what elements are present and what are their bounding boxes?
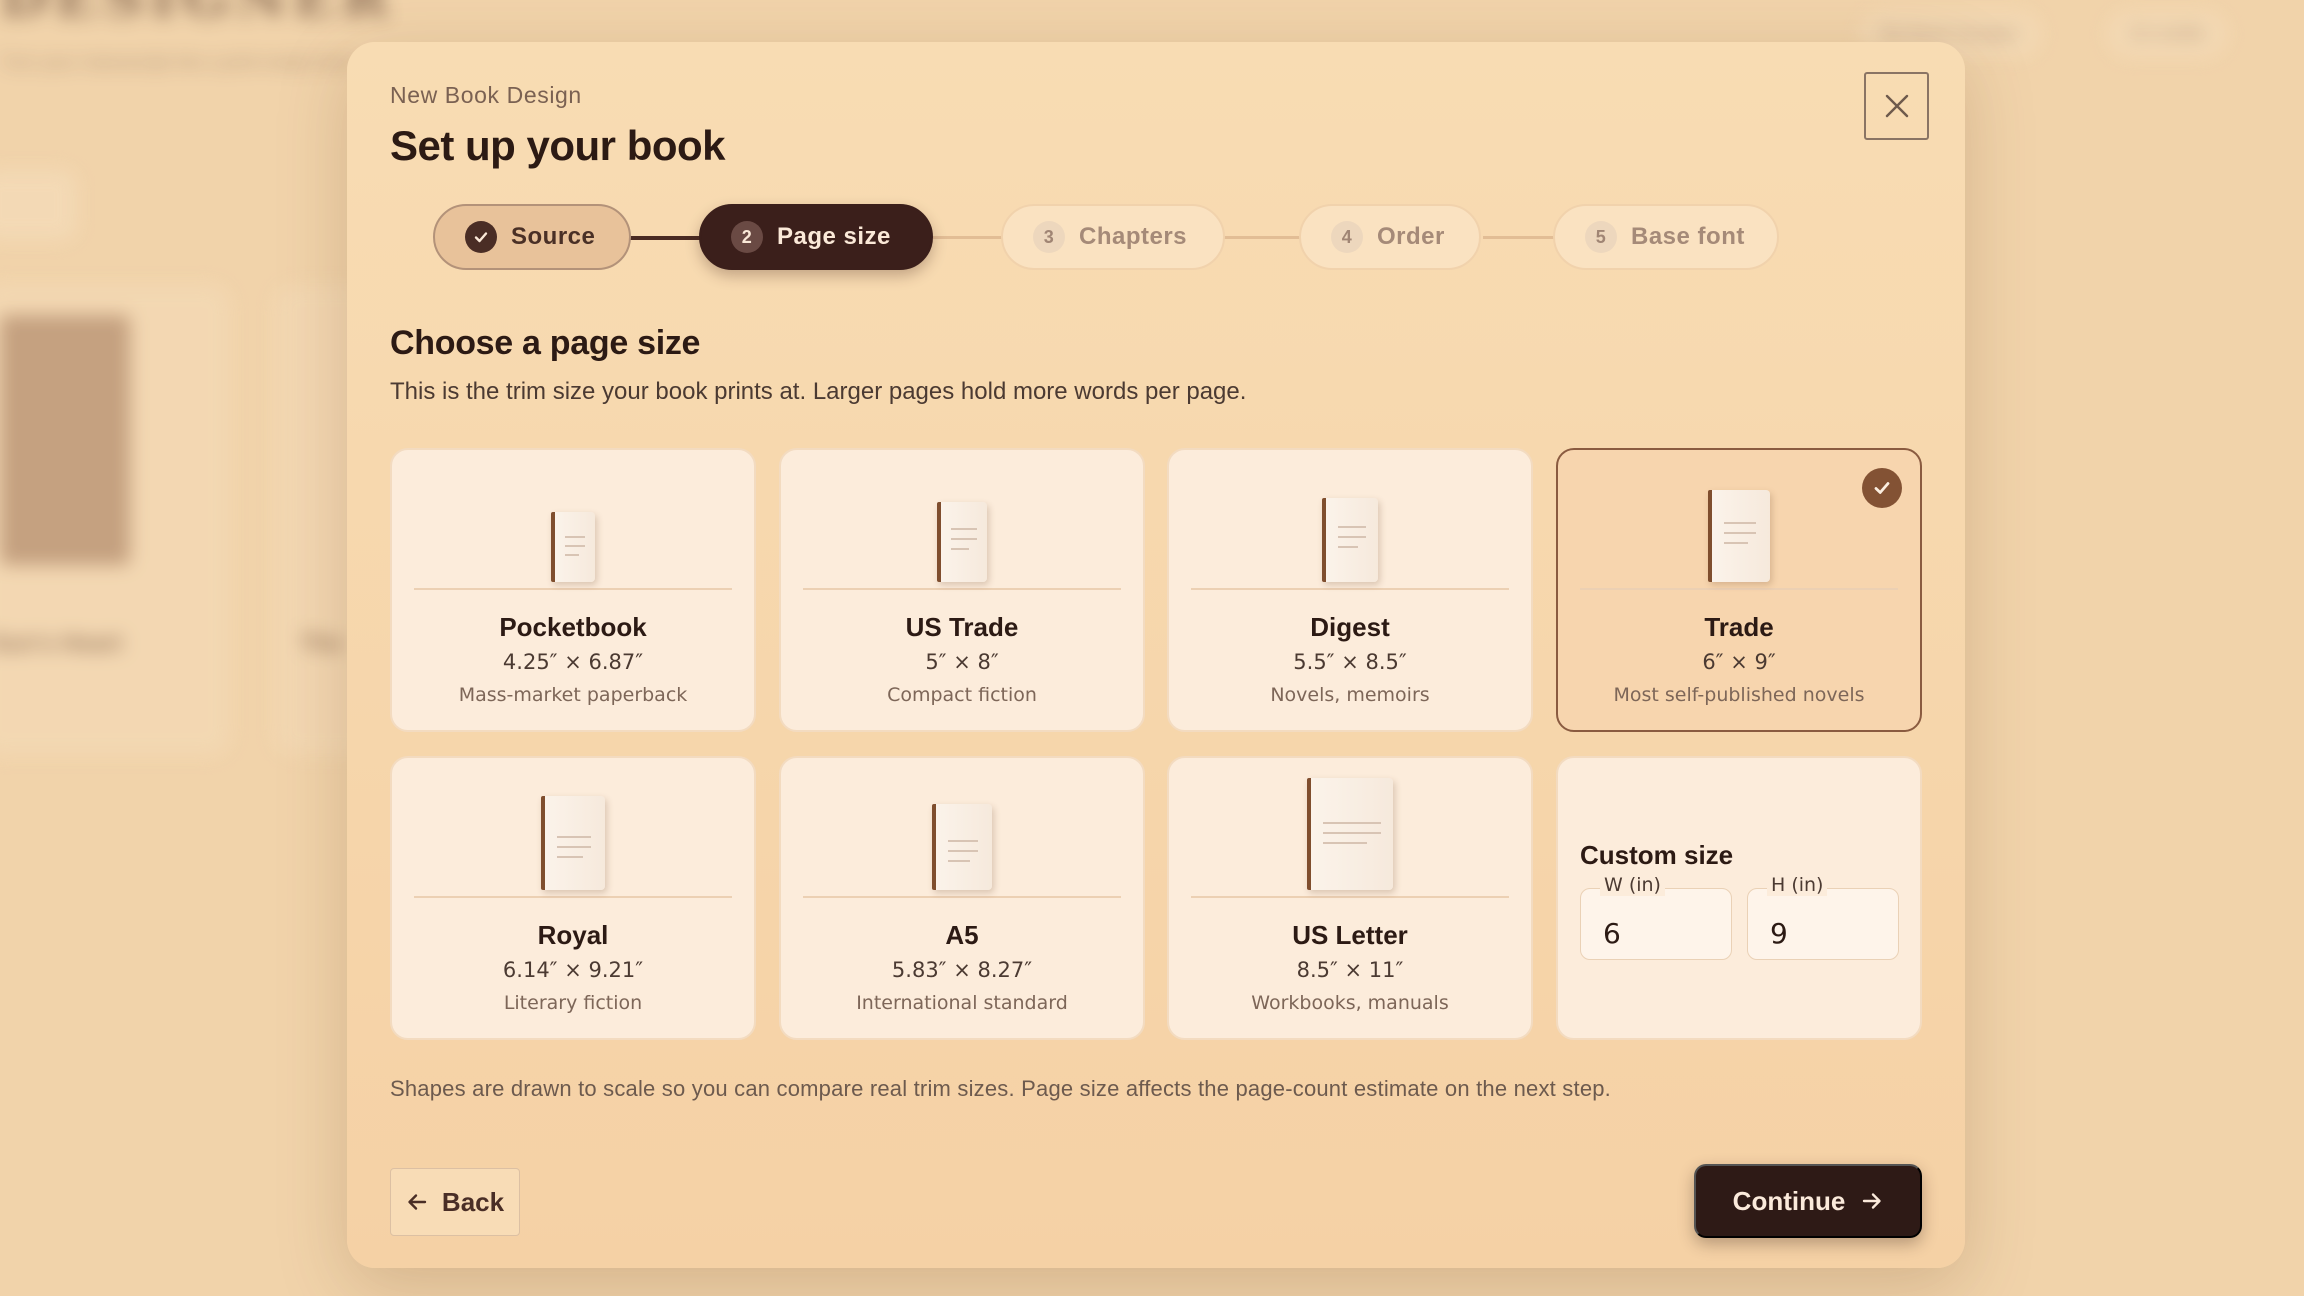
section-title: Choose a page size [390,324,701,362]
book-icon [937,502,987,582]
close-button[interactable] [1864,72,1929,140]
size-name: Pocketbook [499,612,647,642]
size-card-a5[interactable]: A5 5.83″ × 8.27″ International standard [779,756,1145,1040]
step-number: 2 [731,221,763,253]
book-icon [541,796,605,890]
size-dimensions: 4.25″ × 6.87″ [502,650,644,674]
size-card-pocketbook[interactable]: Pocketbook 4.25″ × 6.87″ Mass-market pap… [390,448,756,732]
continue-button-label: Continue [1732,1185,1846,1216]
custom-height-input[interactable] [1748,889,1898,959]
size-name: US Trade [905,612,1019,642]
size-dimensions: 6.14″ × 9.21″ [502,958,644,982]
close-icon [1885,94,1908,118]
size-card-us-trade[interactable]: US Trade 5″ × 8″ Compact fiction [779,448,1145,732]
size-dimensions: 5.83″ × 8.27″ [891,958,1033,982]
size-card-royal[interactable]: Royal 6.14″ × 9.21″ Literary fiction [390,756,756,1040]
stepper: Source 2 Page size 3 Chapters 4 Order 5 … [433,204,1833,270]
book-preview [414,450,732,590]
size-note: Literary fiction [503,992,643,1014]
size-dimensions: 8.5″ × 11″ [1296,958,1404,982]
custom-width-field[interactable] [1580,888,1732,960]
continue-button[interactable]: Continue [1694,1164,1922,1238]
step-label: Base font [1631,223,1745,250]
size-note: Novels, memoirs [1270,684,1430,706]
book-preview [1580,450,1898,590]
back-button-label: Back [441,1186,505,1217]
step-chapters[interactable]: 3 Chapters [1001,204,1225,270]
step-connector [1223,236,1311,239]
step-number: 3 [1033,221,1065,253]
modal-eyebrow: New Book Design [390,82,582,108]
custom-width-label: W (in) [1600,874,1665,896]
size-name: A5 [945,920,979,950]
book-preview [803,450,1121,590]
book-preview [1191,450,1509,590]
size-note: International standard [856,992,1068,1014]
section-description: This is the trim size your book prints a… [390,378,1247,405]
book-icon [551,512,595,582]
step-page-size[interactable]: 2 Page size [699,204,933,270]
custom-width-input[interactable] [1581,889,1731,959]
step-source[interactable]: Source [433,204,631,270]
custom-height-field[interactable] [1747,888,1899,960]
step-base-font[interactable]: 5 Base font [1553,204,1779,270]
size-note: Workbooks, manuals [1251,992,1449,1014]
step-number: 5 [1585,221,1617,253]
size-name: Digest [1310,612,1390,642]
custom-height-label: H (in) [1767,874,1828,896]
book-icon [1322,498,1378,582]
size-card-digest[interactable]: Digest 5.5″ × 8.5″ Novels, memoirs [1167,448,1533,732]
arrow-right-icon [1863,1193,1882,1209]
new-book-modal: New Book Design Set up your book Source … [347,42,1965,1268]
size-dimensions: 6″ × 9″ [1702,650,1776,674]
size-card-trade[interactable]: Trade 6″ × 9″ Most self-published novels [1556,448,1922,732]
size-card-custom[interactable]: Custom size W (in) H (in) [1556,756,1922,1040]
custom-size-title: Custom size [1580,840,1734,870]
size-name: US Letter [1292,920,1408,950]
size-dimensions: 5″ × 8″ [925,650,999,674]
book-preview [1191,758,1509,898]
step-label: Order [1377,223,1445,250]
check-icon [465,221,497,253]
size-dimensions: 5.5″ × 8.5″ [1293,650,1407,674]
size-note: Most self-published novels [1613,684,1865,706]
size-card-us-letter[interactable]: US Letter 8.5″ × 11″ Workbooks, manuals [1167,756,1533,1040]
step-label: Source [511,223,596,250]
step-label: Chapters [1079,223,1188,250]
size-note: Mass-market paperback [458,684,688,706]
back-button[interactable]: Back [390,1168,520,1236]
step-connector [629,236,701,240]
book-icon [1708,490,1770,582]
step-number: 4 [1331,221,1363,253]
scale-footnote: Shapes are drawn to scale so you can com… [390,1076,1611,1101]
arrow-left-icon [408,1194,427,1210]
book-icon [932,804,992,890]
step-label: Page size [777,223,891,250]
size-note: Compact fiction [887,684,1037,706]
modal-title: Set up your book [390,122,726,169]
book-preview [414,758,732,898]
step-order[interactable]: 4 Order [1299,204,1481,270]
book-preview [803,758,1121,898]
book-icon [1307,778,1393,890]
size-name: Trade [1704,612,1774,642]
size-name: Royal [537,920,609,950]
